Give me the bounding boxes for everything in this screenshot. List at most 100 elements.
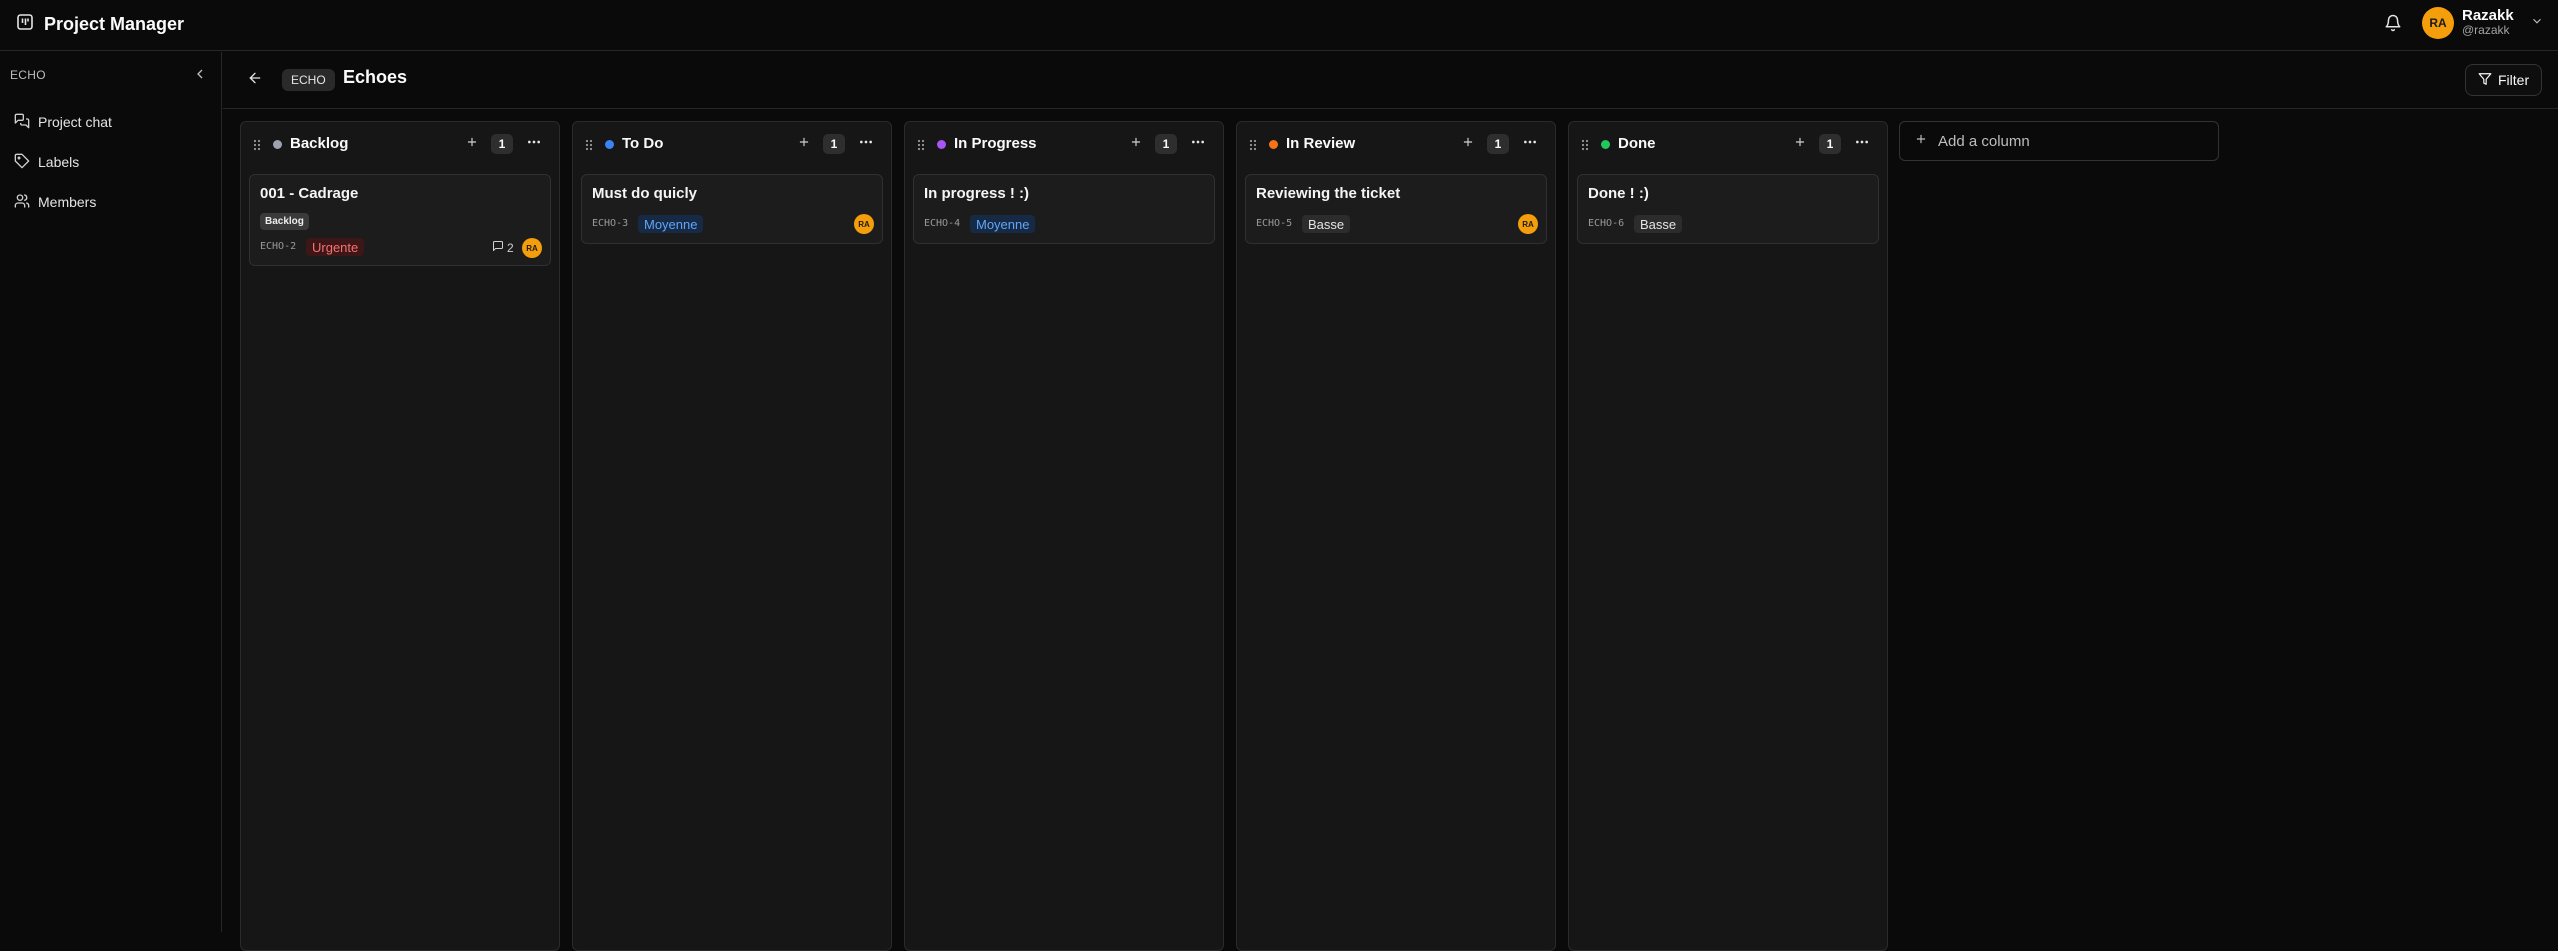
add-column-label: Add a column (1938, 132, 2030, 150)
chevron-down-icon (2530, 14, 2544, 33)
user-menu[interactable]: RA Razakk @razakk (2422, 7, 2544, 39)
column-header: In Progress 1 (905, 122, 1223, 166)
card-title: 001 - Cadrage (260, 185, 359, 202)
plus-icon (1793, 135, 1807, 154)
column-header: To Do 1 (573, 122, 891, 166)
drag-handle-icon[interactable] (253, 138, 261, 156)
column-title: In Progress (954, 135, 1037, 152)
drag-handle-icon[interactable] (917, 138, 925, 156)
bell-icon (2384, 14, 2402, 37)
notifications-button[interactable] (2380, 12, 2406, 38)
task-card[interactable]: Reviewing the ticket ECHO-5 Basse RA (1245, 174, 1547, 244)
filter-button[interactable]: Filter (2465, 64, 2543, 96)
drag-handle-icon[interactable] (1581, 138, 1589, 156)
sidebar-project-key: ECHO (10, 68, 46, 82)
column-menu-button[interactable] (1521, 135, 1539, 153)
card-title: In progress ! :) (924, 185, 1030, 202)
column-menu-button[interactable] (1189, 135, 1207, 153)
avatar: RA (2422, 7, 2454, 39)
more-horizontal-icon (1854, 134, 1870, 155)
task-card[interactable]: In progress ! :) ECHO-4 Moyenne (913, 174, 1215, 244)
column-to-do: To Do 1 Must do quicly ECHO-3 Moyenne RA (572, 121, 892, 951)
project-header: ECHO Echoes Filter (223, 52, 2558, 109)
column-count-badge: 1 (1819, 134, 1841, 154)
column-in-review: In Review 1 Reviewing the ticket ECHO-5 … (1236, 121, 1556, 951)
app-title: Project Manager (44, 14, 185, 34)
more-horizontal-icon (1522, 134, 1538, 155)
card-title: Reviewing the ticket (1256, 185, 1401, 202)
avatar: RA (522, 238, 542, 258)
column-count-badge: 1 (1487, 134, 1509, 154)
column-done: Done 1 Done ! :) ECHO-6 Basse (1568, 121, 1888, 951)
sidebar-item-project-chat[interactable]: Project chat (14, 108, 112, 136)
status-dot (1269, 140, 1278, 149)
collapse-sidebar-button[interactable] (192, 66, 208, 82)
avatar: RA (1518, 214, 1538, 234)
add-card-button[interactable] (1791, 135, 1809, 153)
page-title: Echoes (343, 67, 408, 87)
column-in-progress: In Progress 1 In progress ! :) ECHO-4 Mo… (904, 121, 1224, 951)
card-id: ECHO-3 (592, 218, 629, 229)
column-menu-button[interactable] (857, 135, 875, 153)
comment-icon (492, 240, 504, 255)
filter-label: Filter (2498, 72, 2530, 88)
plus-icon (1914, 132, 1928, 150)
chevron-left-icon (192, 69, 208, 86)
users-icon (14, 193, 30, 212)
add-column-button[interactable]: Add a column (1899, 121, 2219, 161)
more-horizontal-icon (1190, 134, 1206, 155)
plus-icon (1461, 135, 1475, 154)
card-id: ECHO-6 (1588, 218, 1625, 229)
column-title: Done (1618, 135, 1656, 152)
column-count-badge: 1 (823, 134, 845, 154)
comments-count: 2 (492, 240, 514, 255)
column-title: In Review (1286, 135, 1356, 152)
add-card-button[interactable] (1459, 135, 1477, 153)
sidebar: ECHO Project chat Labels Members (0, 52, 222, 932)
user-handle: @razakk (2462, 23, 2510, 37)
status-dot (1601, 140, 1610, 149)
status-dot (937, 140, 946, 149)
card-title: Must do quicly (592, 185, 697, 202)
column-header: Done 1 (1569, 122, 1887, 166)
column-count-badge: 1 (491, 134, 513, 154)
comments-value: 2 (507, 240, 514, 255)
column-header: Backlog 1 (241, 122, 559, 166)
more-horizontal-icon (526, 134, 542, 155)
drag-handle-icon[interactable] (1249, 138, 1257, 156)
sidebar-item-label: Labels (38, 154, 80, 170)
card-title: Done ! :) (1588, 185, 1649, 202)
chat-icon (14, 113, 30, 132)
priority-badge: Moyenne (970, 215, 1036, 233)
sidebar-item-members[interactable]: Members (14, 188, 96, 216)
user-name: Razakk (2462, 7, 2514, 24)
priority-badge: Moyenne (638, 215, 704, 233)
task-card[interactable]: 001 - Cadrage Backlog ECHO-2 Urgente 2 R… (249, 174, 551, 266)
plus-icon (1129, 135, 1143, 154)
column-menu-button[interactable] (525, 135, 543, 153)
avatar: RA (854, 214, 874, 234)
task-card[interactable]: Done ! :) ECHO-6 Basse (1577, 174, 1879, 244)
add-card-button[interactable] (795, 135, 813, 153)
more-horizontal-icon (858, 134, 874, 155)
plus-icon (797, 135, 811, 154)
column-menu-button[interactable] (1853, 135, 1871, 153)
brand[interactable]: Project Manager (16, 13, 184, 36)
card-id: ECHO-2 (260, 241, 297, 252)
add-card-button[interactable] (463, 135, 481, 153)
kanban-icon (16, 13, 34, 36)
column-title: Backlog (290, 135, 349, 152)
back-button[interactable] (245, 70, 265, 90)
drag-handle-icon[interactable] (585, 138, 593, 156)
sidebar-item-labels[interactable]: Labels (14, 148, 79, 176)
card-label-tag: Backlog (260, 213, 309, 230)
plus-icon (465, 135, 479, 154)
priority-badge: Basse (1302, 215, 1351, 233)
project-key-badge: ECHO (282, 69, 335, 91)
add-card-button[interactable] (1127, 135, 1145, 153)
tag-icon (14, 153, 30, 172)
status-dot (605, 140, 614, 149)
priority-badge: Basse (1634, 215, 1683, 233)
priority-badge: Urgente (306, 238, 365, 256)
task-card[interactable]: Must do quicly ECHO-3 Moyenne RA (581, 174, 883, 244)
